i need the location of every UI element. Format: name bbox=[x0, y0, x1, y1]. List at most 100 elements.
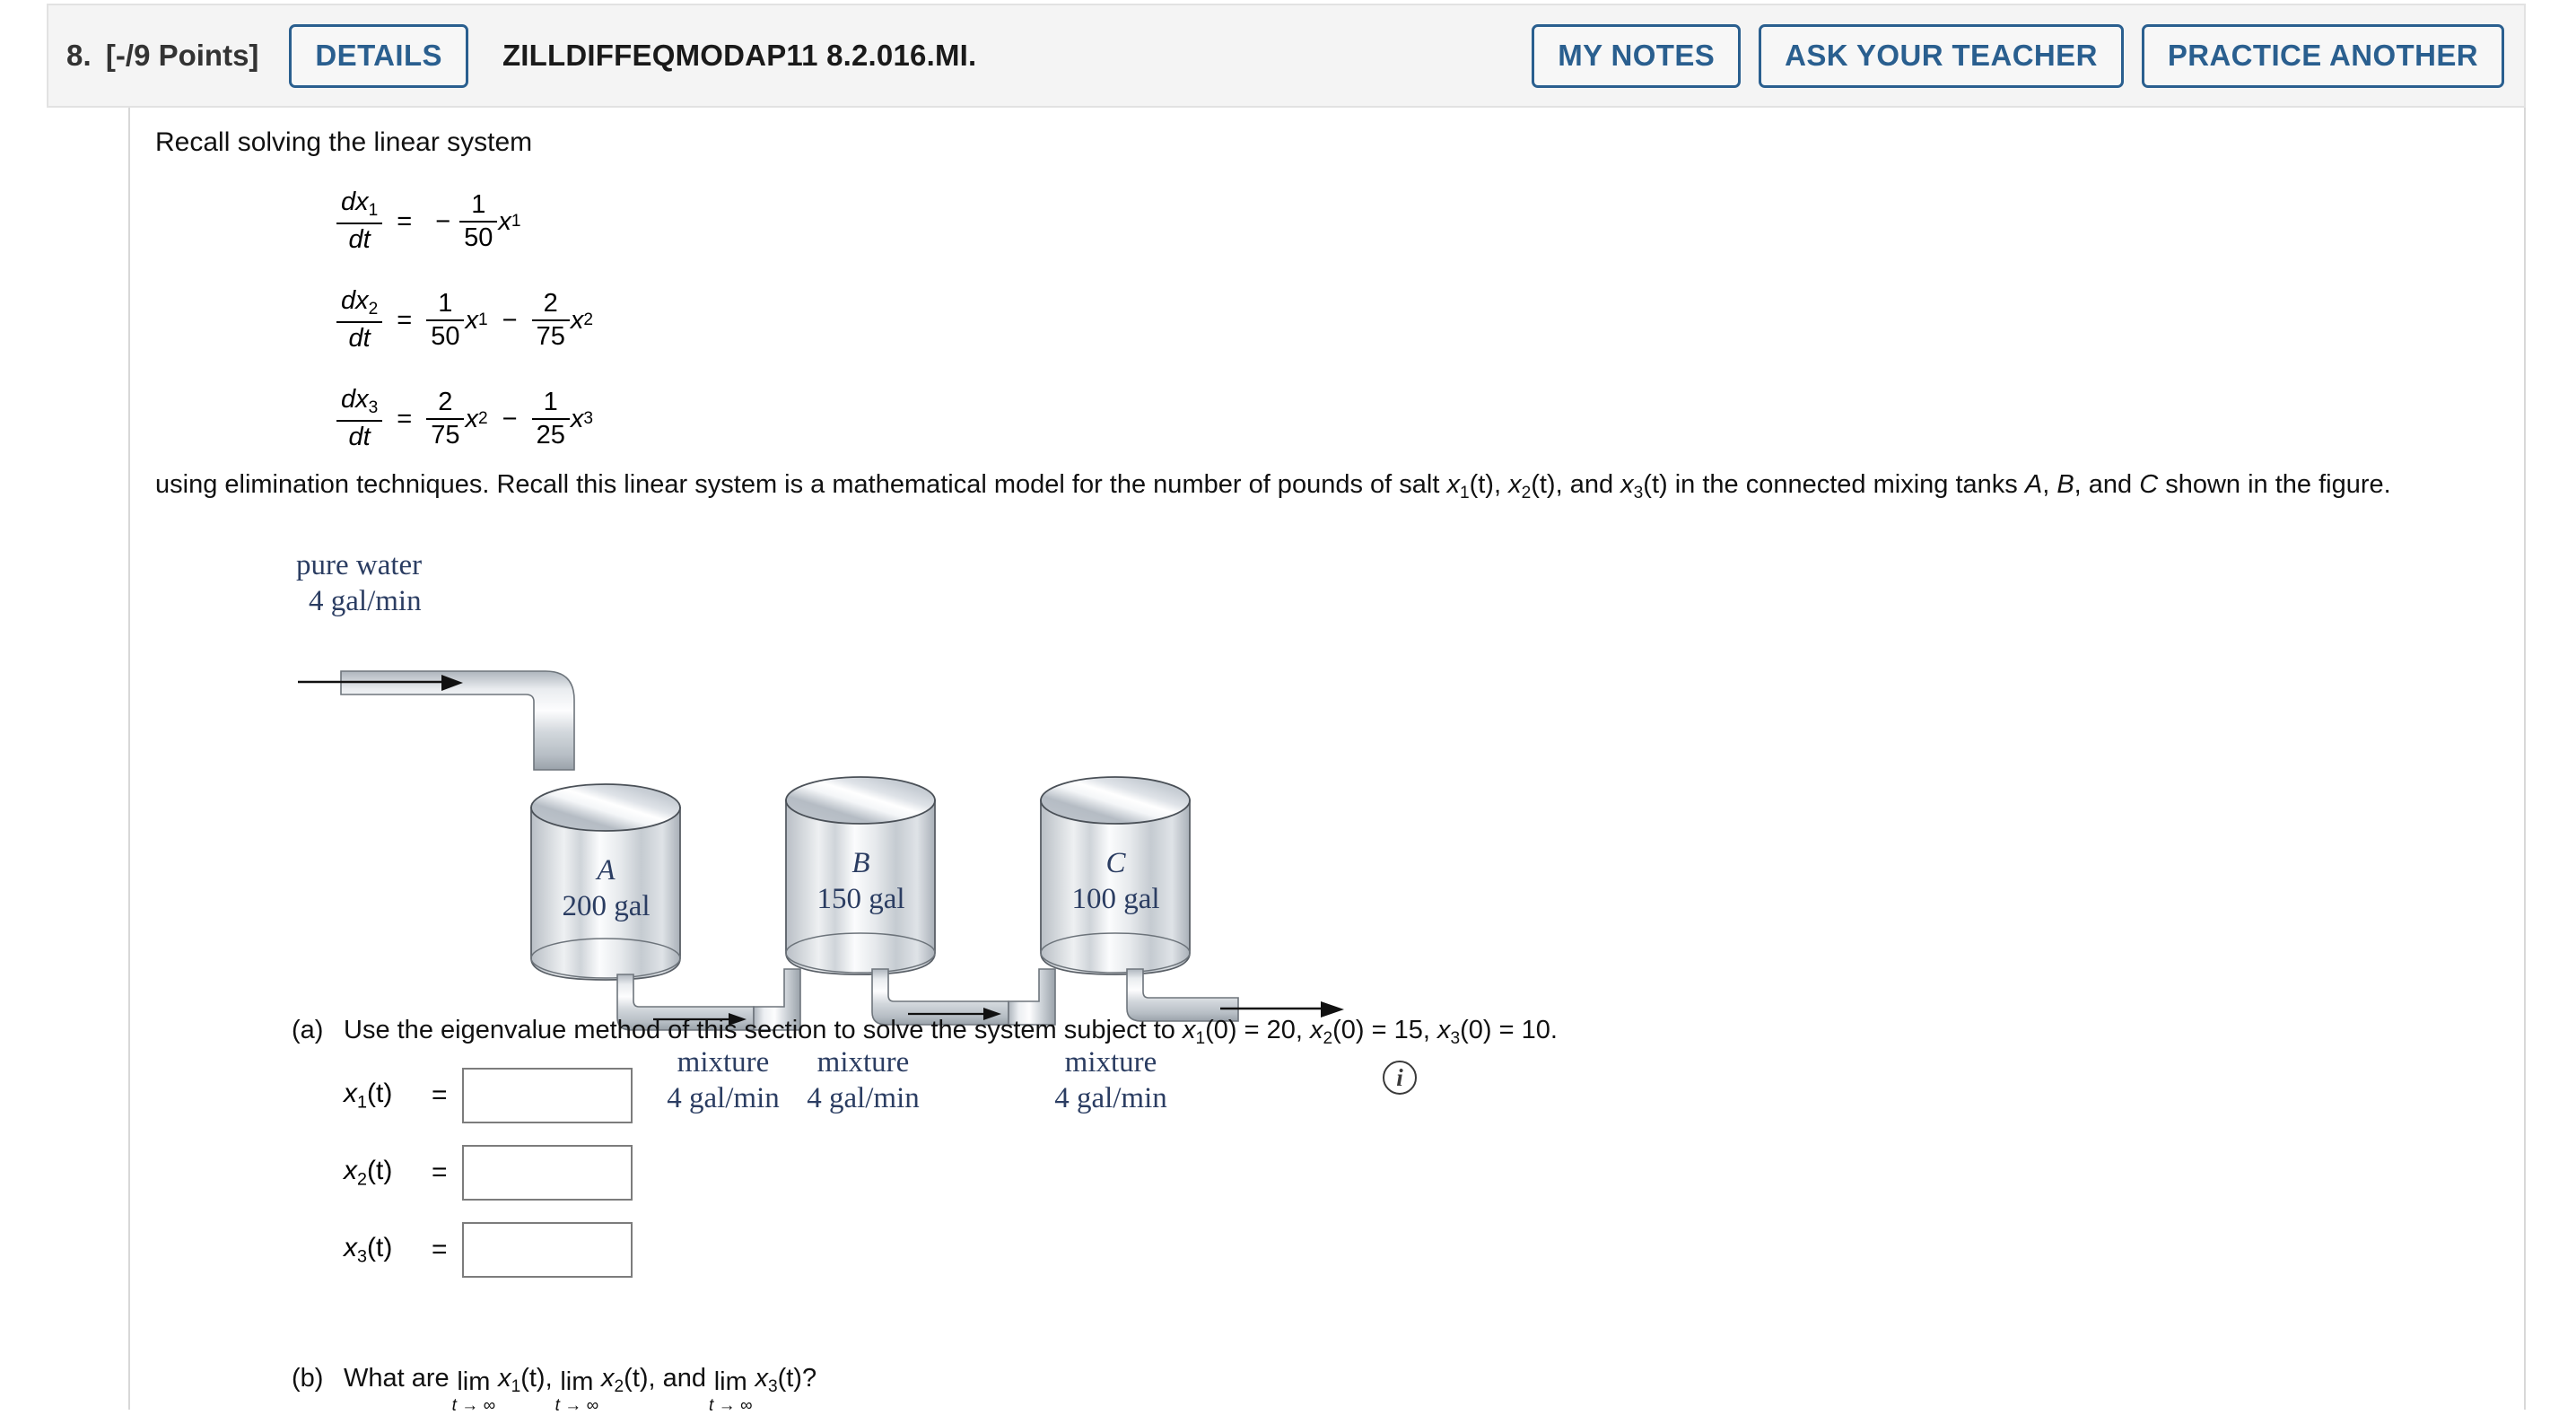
coefficient-fraction: 1 50 bbox=[459, 190, 498, 253]
term-operator: − bbox=[502, 404, 518, 433]
term-subscript: 2 bbox=[477, 409, 488, 428]
derivative-fraction: dx3 dt bbox=[336, 385, 383, 452]
limit-expr-2: x2(t), and bbox=[601, 1364, 706, 1397]
coefficient-denominator: 25 bbox=[536, 421, 565, 450]
tank-c-ref: C bbox=[2139, 470, 2159, 499]
tank-b-name: B bbox=[851, 847, 870, 879]
outflow-c-line1: mixture bbox=[1064, 1046, 1157, 1079]
answer-rest-x2: (t) bbox=[367, 1155, 393, 1185]
answer-var-x1: x bbox=[344, 1078, 357, 1108]
limit-rest-x2: (t), and bbox=[624, 1364, 707, 1393]
question-content: Recall solving the linear system dx1 dt … bbox=[130, 108, 2524, 1414]
outflow-c-line2: 4 gal/min bbox=[1054, 1082, 1167, 1115]
equals-sign: = bbox=[397, 305, 413, 335]
ic-x3-value: (0) = 10. bbox=[1460, 1016, 1558, 1044]
lhs-denominator: dt bbox=[348, 225, 371, 255]
equation-row: dx2 dt = 1 50 x1 − 2 75 x2 bbox=[336, 271, 593, 370]
answer-var-x2: x bbox=[344, 1155, 357, 1185]
outflow-label-c: mixture 4 gal/min bbox=[1030, 1044, 1192, 1117]
answer-fields: x1(t) = x2(t) = x3(t) = bbox=[344, 1057, 633, 1288]
variable-x2-subscript: 2 bbox=[1521, 484, 1532, 503]
practice-another-button[interactable]: PRACTICE ANOTHER bbox=[2141, 23, 2504, 88]
limit-var-x1: x bbox=[498, 1364, 511, 1393]
tank-b-capacity: 150 gal bbox=[816, 883, 905, 916]
lhs-denominator: dt bbox=[348, 324, 371, 354]
limit-rest-x3: (t)? bbox=[777, 1364, 817, 1393]
variable-x1-subscript: 1 bbox=[1459, 484, 1470, 503]
ic-x2-subscript: 2 bbox=[1323, 1029, 1333, 1049]
variable-x3: x bbox=[1620, 470, 1634, 499]
tank-b-ref: B bbox=[2056, 470, 2074, 499]
term: 1 50 x1 bbox=[426, 289, 488, 352]
ic-x1-subscript: 1 bbox=[1195, 1029, 1206, 1049]
outflow-a-line1: mixture bbox=[677, 1046, 770, 1079]
answer-rest-x3: (t) bbox=[367, 1232, 393, 1262]
coefficient-fraction: 1 25 bbox=[531, 387, 570, 450]
question-header: 8. [-/9 Points] DETAILS ZILLDIFFEQMODAP1… bbox=[47, 4, 2526, 108]
limit-sub-x1: 1 bbox=[511, 1377, 521, 1397]
info-icon[interactable]: i bbox=[1383, 1061, 1417, 1095]
coefficient-numerator: 2 bbox=[543, 288, 558, 318]
answer-label-x2: x2(t) bbox=[344, 1156, 432, 1190]
fraction-bar bbox=[531, 418, 570, 420]
limit-bottom-1: t → ∞ bbox=[451, 1396, 496, 1415]
tank-a-label: A 200 gal bbox=[541, 852, 671, 925]
term-variable: x bbox=[465, 404, 478, 433]
fraction-bar bbox=[336, 223, 383, 225]
answer-row: x1(t) = bbox=[344, 1057, 633, 1134]
term-subscript: 1 bbox=[477, 310, 488, 329]
lhs-numerator: dx bbox=[341, 286, 369, 316]
variable-x2: x bbox=[1508, 470, 1522, 499]
answer-label-x1: x1(t) bbox=[344, 1079, 432, 1113]
description-part-1: using elimination techniques. Recall thi… bbox=[155, 470, 1447, 499]
derivative-fraction: dx1 dt bbox=[336, 188, 383, 255]
equation-row: dx1 dt = − 1 50 x1 bbox=[336, 172, 593, 271]
ic-x1: x bbox=[1182, 1016, 1196, 1044]
answer-label-x3: x3(t) bbox=[344, 1233, 432, 1267]
term-variable: x bbox=[498, 206, 511, 236]
answer-input-x2[interactable] bbox=[461, 1145, 633, 1201]
outflow-b-line1: mixture bbox=[816, 1046, 910, 1079]
limit-bottom-3: t → ∞ bbox=[709, 1396, 753, 1415]
term-subscript: 2 bbox=[583, 310, 593, 329]
tank-a-capacity: 200 gal bbox=[562, 890, 651, 923]
description-part-3: shown in the figure. bbox=[2158, 470, 2391, 499]
ic-x1-value: (0) = 20, bbox=[1205, 1016, 1310, 1044]
details-button[interactable]: DETAILS bbox=[289, 23, 468, 88]
lhs-subscript: 2 bbox=[368, 300, 379, 319]
term: 1 50 x1 bbox=[459, 190, 521, 253]
coefficient-denominator: 50 bbox=[464, 223, 493, 252]
linear-system: dx1 dt = − 1 50 x1 dx2 dt = 1 50 x 1 − 2… bbox=[336, 172, 593, 468]
answer-sub-x2: 2 bbox=[357, 1169, 368, 1190]
answer-sub-x1: 1 bbox=[357, 1092, 368, 1113]
outflow-a-line2: 4 gal/min bbox=[667, 1082, 780, 1115]
mixing-tanks-diagram bbox=[298, 670, 1344, 1031]
tank-c-name: C bbox=[1105, 847, 1126, 879]
answer-rest-x1: (t) bbox=[367, 1078, 393, 1108]
term-operator: − bbox=[502, 305, 518, 335]
mixing-tanks-figure: pure water 4 gal/min A 200 gal B 150 gal… bbox=[287, 538, 1454, 1114]
term: 1 25 x3 bbox=[531, 387, 593, 450]
lhs-denominator: dt bbox=[348, 423, 371, 452]
lhs-numerator: dx bbox=[341, 385, 369, 415]
answer-input-x1[interactable] bbox=[461, 1068, 633, 1123]
coefficient-fraction: 1 50 bbox=[426, 289, 465, 352]
my-notes-button[interactable]: MY NOTES bbox=[1532, 23, 1742, 88]
tank-c-label: C 100 gal bbox=[1051, 845, 1181, 918]
limit-sub-x3: 3 bbox=[767, 1377, 778, 1397]
part-b-text: What are bbox=[344, 1364, 450, 1393]
coefficient-fraction: 2 75 bbox=[426, 388, 465, 450]
question-number: 8. bbox=[66, 39, 92, 72]
fraction-bar bbox=[459, 221, 498, 223]
coefficient-numerator: 1 bbox=[543, 387, 558, 416]
fraction-bar bbox=[336, 420, 383, 423]
answer-input-x3[interactable] bbox=[461, 1222, 633, 1278]
coefficient-denominator: 75 bbox=[431, 421, 460, 450]
lhs-subscript: 1 bbox=[368, 201, 379, 221]
answer-row: x2(t) = bbox=[344, 1134, 633, 1211]
ask-your-teacher-button[interactable]: ASK YOUR TEACHER bbox=[1759, 23, 2124, 88]
ic-x3: x bbox=[1436, 1016, 1451, 1044]
limit-rest-x1: (t), bbox=[520, 1364, 553, 1393]
limit-top-1: lim bbox=[457, 1367, 491, 1396]
fraction-bar bbox=[426, 319, 465, 321]
